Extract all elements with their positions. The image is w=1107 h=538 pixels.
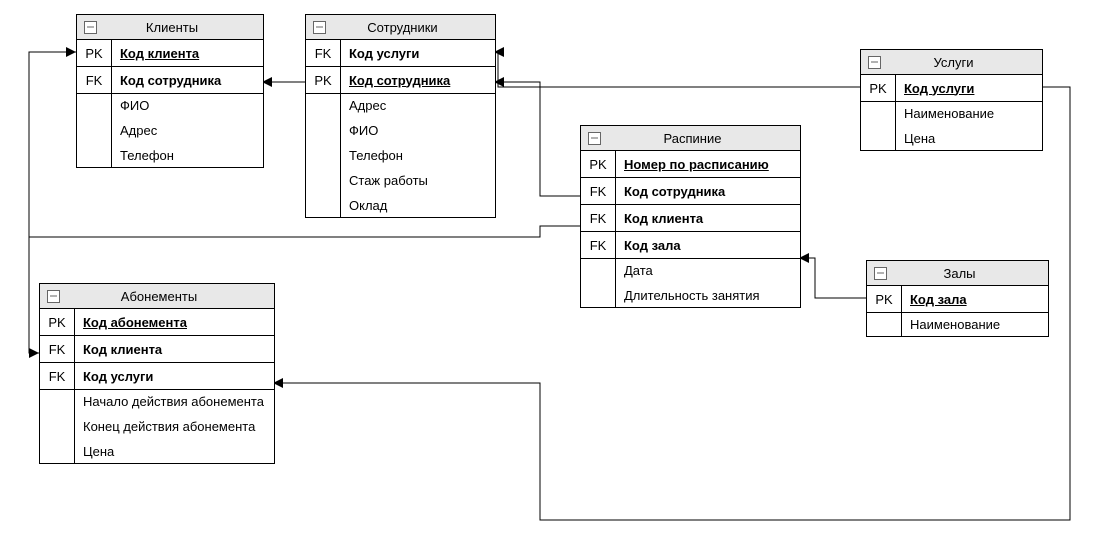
entity-header: Услуги <box>861 50 1042 75</box>
field-name: Код абонемента <box>75 311 195 334</box>
key-label: PK <box>867 286 902 312</box>
entity-halls[interactable]: Залы PK Код зала Наименование <box>866 260 1049 337</box>
pk-row: PK Номер по расписанию <box>581 151 800 178</box>
entity-subscriptions[interactable]: Абонементы PK Код абонемента FK Код клие… <box>39 283 275 464</box>
field-name: Цена <box>83 444 264 459</box>
key-label: FK <box>40 336 75 362</box>
field-name: Код клиента <box>75 338 170 361</box>
key-label: PK <box>861 75 896 101</box>
key-label: FK <box>581 205 616 231</box>
entity-schedule[interactable]: Распиние PK Номер по расписанию FK Код с… <box>580 125 801 308</box>
entity-employees[interactable]: Сотрудники FK Код услуги PK Код сотрудни… <box>305 14 496 218</box>
attrs-section: Адрес ФИО Телефон Стаж работы Оклад <box>306 94 495 217</box>
entity-title: Сотрудники <box>328 20 495 35</box>
field-name: Код услуги <box>75 365 161 388</box>
pk-row: PK Код абонемента <box>40 309 274 336</box>
attrs-section: Наименование <box>867 313 1048 336</box>
entity-title: Клиенты <box>99 20 263 35</box>
field-name: Адрес <box>120 123 174 138</box>
fk-row: FK Код услуги <box>306 40 495 67</box>
pk-row: PK Код услуги <box>861 75 1042 102</box>
pk-row: PK Код зала <box>867 286 1048 313</box>
field-name: Код сотрудника <box>616 180 733 203</box>
field-name: Код сотрудника <box>341 69 458 92</box>
key-label: PK <box>77 40 112 66</box>
field-name: Номер по расписанию <box>616 153 777 176</box>
collapse-icon[interactable] <box>44 290 62 303</box>
entity-header: Сотрудники <box>306 15 495 40</box>
attrs-section: Дата Длительность занятия <box>581 259 800 307</box>
field-name: Код услуги <box>341 42 427 65</box>
field-name: Код зала <box>902 288 975 311</box>
field-name: Наименование <box>904 106 994 121</box>
key-label: FK <box>40 363 75 389</box>
field-name: Оклад <box>349 198 428 213</box>
key-label: FK <box>306 40 341 66</box>
pk-row: PK Код клиента <box>77 40 263 67</box>
entity-services[interactable]: Услуги PK Код услуги Наименование Цена <box>860 49 1043 151</box>
field-name: Телефон <box>349 148 428 163</box>
field-name: Код клиента <box>616 207 711 230</box>
key-label: PK <box>40 309 75 335</box>
key-label: FK <box>581 232 616 258</box>
field-name: Телефон <box>120 148 174 163</box>
fk-row: FK Код сотрудника <box>581 178 800 205</box>
field-name: Дата <box>624 263 760 278</box>
collapse-icon[interactable] <box>81 21 99 34</box>
entity-title: Услуги <box>883 55 1042 70</box>
entity-title: Распиние <box>603 131 800 146</box>
collapse-icon[interactable] <box>585 132 603 145</box>
key-label: FK <box>77 67 112 93</box>
entity-title: Залы <box>889 266 1048 281</box>
key-label: PK <box>306 67 341 93</box>
attrs-section: ФИО Адрес Телефон <box>77 94 263 167</box>
entity-header: Залы <box>867 261 1048 286</box>
key-label: FK <box>581 178 616 204</box>
field-name: Код услуги <box>896 77 982 100</box>
field-name: Начало действия абонемента <box>83 394 264 409</box>
pk-row: PK Код сотрудника <box>306 67 495 94</box>
field-name: Код клиента <box>112 42 207 65</box>
fk-row: FK Код клиента <box>40 336 274 363</box>
attrs-section: Наименование Цена <box>861 102 1042 150</box>
entity-header: Распиние <box>581 126 800 151</box>
collapse-icon[interactable] <box>871 267 889 280</box>
field-name: Стаж работы <box>349 173 428 188</box>
fk-row: FK Код сотрудника <box>77 67 263 94</box>
field-name: ФИО <box>349 123 428 138</box>
entity-header: Абонементы <box>40 284 274 309</box>
entity-header: Клиенты <box>77 15 263 40</box>
field-name: Наименование <box>910 317 1000 332</box>
field-name: Адрес <box>349 98 428 113</box>
field-name: Конец действия абонемента <box>83 419 264 434</box>
field-name: ФИО <box>120 98 174 113</box>
field-name: Код зала <box>616 234 689 257</box>
entity-clients[interactable]: Клиенты PK Код клиента FK Код сотрудника… <box>76 14 264 168</box>
entity-title: Абонементы <box>62 289 274 304</box>
fk-row: FK Код клиента <box>581 205 800 232</box>
field-name: Длительность занятия <box>624 288 760 303</box>
fk-row: FK Код услуги <box>40 363 274 390</box>
key-label: PK <box>581 151 616 177</box>
attrs-section: Начало действия абонемента Конец действи… <box>40 390 274 463</box>
field-name: Цена <box>904 131 994 146</box>
field-name: Код сотрудника <box>112 69 229 92</box>
er-diagram-canvas: Клиенты PK Код клиента FK Код сотрудника… <box>0 0 1107 538</box>
collapse-icon[interactable] <box>865 56 883 69</box>
fk-row: FK Код зала <box>581 232 800 259</box>
collapse-icon[interactable] <box>310 21 328 34</box>
